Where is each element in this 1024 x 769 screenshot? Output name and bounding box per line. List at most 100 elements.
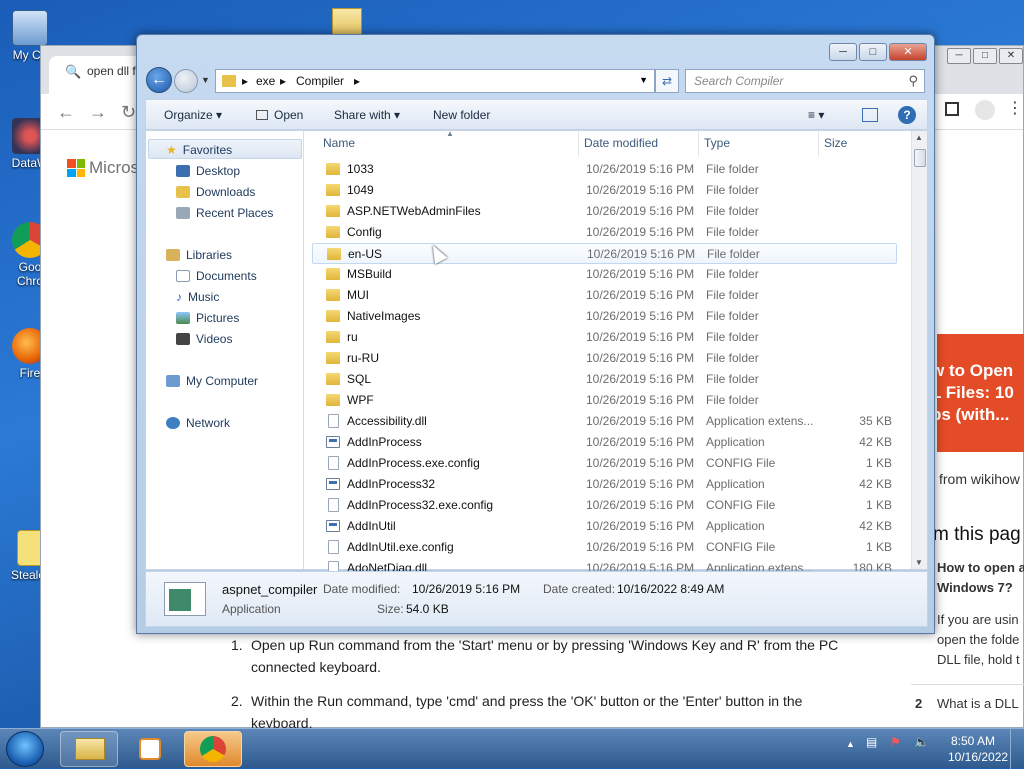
- nav-music[interactable]: ♪ Music: [176, 290, 219, 304]
- back-arrow-icon[interactable]: ←: [57, 102, 75, 123]
- volume-icon[interactable]: 🔈: [914, 735, 929, 749]
- nav-network[interactable]: Network: [166, 416, 230, 430]
- folder-row[interactable]: 1033 10/26/2019 5:16 PM File folder: [312, 159, 897, 180]
- column-header-date[interactable]: Date modified: [584, 136, 658, 150]
- file-row[interactable]: Accessibility.dll 10/26/2019 5:16 PM Appli…: [312, 411, 897, 432]
- folder-row[interactable]: en-US 10/26/2019 5:16 PM File folder: [312, 243, 897, 264]
- reload-icon[interactable]: ↻: [121, 102, 136, 123]
- close-button[interactable]: ✕: [999, 48, 1023, 64]
- folder-row[interactable]: SQL 10/26/2019 5:16 PM File folder: [312, 369, 897, 390]
- minimize-button[interactable]: ─: [947, 48, 971, 64]
- chevron-right-icon[interactable]: ▸: [280, 74, 286, 88]
- maximize-button[interactable]: □: [973, 48, 997, 64]
- menu-kebab-icon[interactable]: ⋮: [1007, 98, 1023, 118]
- scroll-down-icon[interactable]: ▼: [915, 558, 923, 567]
- action-center-icon[interactable]: ⚑: [890, 735, 901, 749]
- file-row[interactable]: AddInProcess.exe.config 10/26/2019 5:16 P…: [312, 453, 897, 474]
- show-desktop-button[interactable]: [1010, 729, 1024, 769]
- close-button[interactable]: ✕: [889, 43, 927, 61]
- nav-favorites[interactable]: ★ Favorites: [166, 143, 232, 157]
- back-button[interactable]: ←: [146, 67, 172, 93]
- file-row[interactable]: AddInProcess32 10/26/2019 5:16 PM Applicat…: [312, 474, 897, 495]
- organize-button[interactable]: Organize ▾: [164, 108, 222, 122]
- address-bar[interactable]: ▸ exe ▸ Compiler ▸ ▼: [215, 69, 655, 93]
- vertical-scrollbar[interactable]: ▲ ▼: [911, 131, 927, 569]
- step-text: Within the Run command, type 'cmd' and p…: [251, 693, 803, 731]
- nav-pictures[interactable]: Pictures: [176, 311, 239, 325]
- file-size: 1 KB: [865, 540, 892, 554]
- file-row[interactable]: AddInProcess 10/26/2019 5:16 PM Applicatio…: [312, 432, 897, 453]
- file-date-modified: 10/26/2019 5:16 PM: [586, 498, 695, 512]
- nav-label: Libraries: [186, 248, 233, 262]
- column-header-name[interactable]: Name: [323, 136, 355, 150]
- forward-arrow-icon[interactable]: →: [89, 102, 107, 123]
- wikihow-promo[interactable]: w to Open L Files: 10 ps (with...: [937, 334, 1024, 452]
- share-with-button[interactable]: Share with ▾: [334, 108, 400, 122]
- file-row[interactable]: AddInProcess32.exe.config 10/26/2019 5:16…: [312, 495, 897, 516]
- chrome-icon: [200, 736, 226, 762]
- maximize-button[interactable]: □: [859, 43, 887, 61]
- taskbar-explorer-button[interactable]: [60, 731, 118, 767]
- new-folder-button[interactable]: New folder: [433, 108, 490, 122]
- breadcrumb-compiler[interactable]: Compiler: [296, 74, 344, 88]
- chevron-right-icon[interactable]: ▸: [242, 74, 248, 88]
- breadcrumb-exe[interactable]: exe: [256, 74, 275, 88]
- chevron-right-icon[interactable]: ▸: [354, 74, 360, 88]
- column-separator[interactable]: [818, 131, 819, 157]
- details-modified-value: 10/26/2019 5:16 PM: [412, 582, 521, 596]
- folder-row[interactable]: ru-RU 10/26/2019 5:16 PM File folder: [312, 348, 897, 369]
- nav-my-computer[interactable]: My Computer: [166, 374, 258, 388]
- folder-row[interactable]: ru 10/26/2019 5:16 PM File folder: [312, 327, 897, 348]
- nav-libraries[interactable]: Libraries: [166, 248, 232, 262]
- address-dropdown-icon[interactable]: ▼: [639, 75, 648, 85]
- nav-documents[interactable]: Documents: [176, 269, 257, 283]
- refresh-button[interactable]: ⇄: [655, 69, 679, 93]
- folder-row[interactable]: NativeImages 10/26/2019 5:16 PM File folde…: [312, 306, 897, 327]
- folder-row[interactable]: MSBuild 10/26/2019 5:16 PM File folder: [312, 264, 897, 285]
- folder-row[interactable]: ASP.NETWebAdminFiles 10/26/2019 5:16 PM Fi…: [312, 201, 897, 222]
- folder-row[interactable]: MUI 10/26/2019 5:16 PM File folder: [312, 285, 897, 306]
- explorer-titlebar[interactable]: [137, 35, 934, 65]
- column-header-type[interactable]: Type: [704, 136, 730, 150]
- column-separator[interactable]: [578, 131, 579, 157]
- folder-row[interactable]: Config 10/26/2019 5:16 PM File folder: [312, 222, 897, 243]
- from-wikihow-text: from wikihow: [939, 471, 1020, 487]
- search-input[interactable]: Search Compiler ⚲: [685, 69, 925, 93]
- file-row[interactable]: AddInUtil.exe.config 10/26/2019 5:16 PM CO…: [312, 537, 897, 558]
- column-separator[interactable]: [698, 131, 699, 157]
- step-text: Open up Run command from the 'Start' men…: [251, 637, 839, 675]
- nav-downloads[interactable]: Downloads: [176, 185, 255, 199]
- taskbar-chrome-button[interactable]: [184, 731, 242, 767]
- sidepanel-icon[interactable]: [945, 102, 959, 116]
- column-header-size[interactable]: Size: [824, 136, 847, 150]
- file-name: AddInProcess: [347, 435, 422, 449]
- folder-row[interactable]: WPF 10/26/2019 5:16 PM File folder: [312, 390, 897, 411]
- article-steps: 1. Open up Run command from the 'Start' …: [211, 634, 851, 734]
- recent-pages-dropdown-icon[interactable]: ▼: [201, 75, 210, 85]
- folder-row[interactable]: 1049 10/26/2019 5:16 PM File folder: [312, 180, 897, 201]
- faq-question-2[interactable]: What is a DLL: [937, 696, 1019, 711]
- file-row[interactable]: AddInUtil 10/26/2019 5:16 PM Application 42…: [312, 516, 897, 537]
- show-hidden-icons-icon[interactable]: ▲: [846, 739, 855, 749]
- view-options-icon[interactable]: ≡ ▾: [808, 108, 824, 122]
- forward-button[interactable]: [174, 69, 198, 93]
- profile-avatar[interactable]: [975, 100, 995, 120]
- nav-recent-places[interactable]: Recent Places: [176, 206, 273, 220]
- open-button[interactable]: Open: [256, 108, 303, 122]
- help-icon[interactable]: ?: [898, 106, 916, 124]
- details-file-name: aspnet_compiler: [222, 582, 318, 597]
- computer-icon: [166, 375, 180, 387]
- faq-question-1[interactable]: How to open a Windows 7?: [937, 558, 1024, 598]
- scroll-up-icon[interactable]: ▲: [915, 133, 923, 142]
- network-tray-icon[interactable]: ▤: [866, 735, 877, 749]
- clock[interactable]: 8:50 AM 10/16/2022: [948, 733, 1008, 765]
- nav-videos[interactable]: Videos: [176, 332, 232, 346]
- preview-pane-icon[interactable]: [862, 108, 878, 122]
- start-button[interactable]: [6, 731, 44, 767]
- nav-desktop[interactable]: Desktop: [176, 164, 240, 178]
- sort-indicator-icon: ▲: [446, 129, 454, 138]
- file-date-modified: 10/26/2019 5:16 PM: [586, 330, 695, 344]
- scrollbar-thumb[interactable]: [914, 149, 926, 167]
- minimize-button[interactable]: ─: [829, 43, 857, 61]
- taskbar-media-player-button[interactable]: [122, 731, 180, 767]
